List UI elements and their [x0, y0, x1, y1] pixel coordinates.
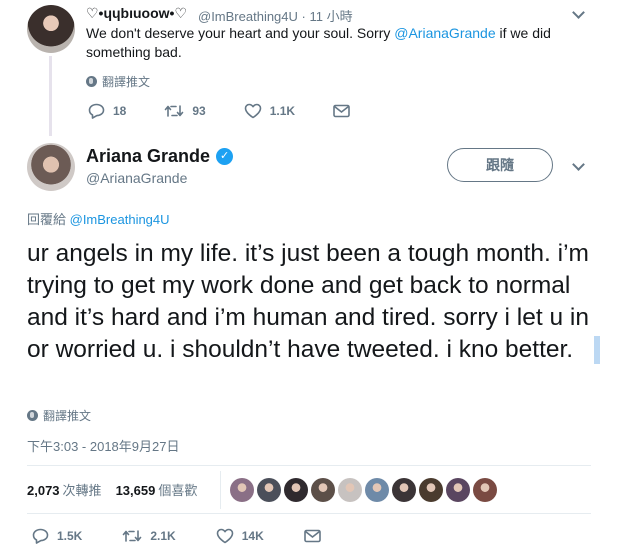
follow-button[interactable]: 跟隨	[447, 148, 553, 182]
parent-avatar[interactable]	[27, 5, 75, 53]
stats-separator	[220, 471, 221, 509]
chevron-down-icon[interactable]	[572, 158, 585, 171]
thread-connector	[49, 56, 52, 136]
retweet-count: 2.1K	[150, 529, 176, 543]
chevron-down-icon[interactable]	[572, 6, 585, 19]
tweet-action-bar: 1.5K 2.1K 14K	[32, 528, 361, 544]
tweet-timestamp[interactable]: 下午3:03 - 2018年9月27日	[27, 436, 179, 455]
parent-handle-time[interactable]: @ImBreathing4U · 11 小時	[198, 6, 353, 25]
like-count: 14K	[241, 529, 264, 543]
liker-avatars	[230, 478, 497, 502]
author-handle[interactable]: @ArianaGrande	[86, 170, 187, 186]
parent-reply-button[interactable]: 18	[88, 103, 126, 119]
globe-icon	[86, 76, 97, 87]
tweet-stats: 2,073 次轉推 13,659 個喜歡	[27, 480, 197, 499]
liker-avatar[interactable]	[230, 478, 254, 502]
parent-like-count: 1.1K	[269, 104, 296, 118]
message-button[interactable]	[303, 529, 321, 543]
heart-icon	[244, 103, 262, 119]
author-display-name: Ariana Grande	[86, 146, 211, 166]
replying-to: 回覆給 @ImBreathing4U	[27, 209, 170, 228]
liker-avatar[interactable]	[338, 478, 362, 502]
divider	[27, 513, 591, 514]
liker-avatar[interactable]	[446, 478, 470, 502]
like-stat[interactable]: 13,659 個喜歡	[116, 480, 198, 499]
tweet-translate-link[interactable]: 翻譯推文	[27, 407, 91, 424]
globe-icon	[27, 410, 38, 421]
verified-badge-icon: ✓	[216, 148, 234, 165]
parent-tweet-text: We don't deserve your heart and your sou…	[86, 24, 566, 62]
liker-avatar[interactable]	[365, 478, 389, 502]
author-name-row[interactable]: Ariana Grande ✓	[86, 146, 234, 167]
text-selection-marker	[594, 336, 600, 364]
retweet-icon	[165, 105, 184, 117]
retweet-stat[interactable]: 2,073 次轉推	[27, 480, 102, 499]
liker-avatar[interactable]	[473, 478, 497, 502]
tweet-translate-label: 翻譯推文	[43, 409, 92, 423]
parent-action-bar: 18 93 1.1K	[88, 103, 388, 119]
tweet-text: ur angels in my life. it’s just been a t…	[27, 240, 589, 363]
liker-avatar[interactable]	[419, 478, 443, 502]
reply-prefix: 回覆給	[27, 212, 70, 227]
retweet-button[interactable]: 2.1K	[122, 529, 176, 543]
parent-reply-count: 18	[113, 104, 127, 118]
author-avatar[interactable]	[27, 143, 75, 191]
heart-icon	[216, 528, 234, 544]
parent-display-name[interactable]: ♡•ɥɥbıuoow•♡	[86, 5, 187, 22]
like-button[interactable]: 14K	[216, 528, 264, 544]
retweet-icon	[123, 530, 142, 542]
parent-retweet-count: 93	[192, 104, 206, 118]
liker-avatar[interactable]	[311, 478, 335, 502]
envelope-icon	[333, 104, 350, 118]
reply-mention-link[interactable]: @ImBreathing4U	[70, 212, 170, 227]
liker-avatar[interactable]	[392, 478, 416, 502]
reply-icon	[88, 103, 105, 119]
divider	[27, 465, 591, 466]
parent-message-button[interactable]	[333, 104, 350, 118]
parent-like-button[interactable]: 1.1K	[244, 103, 295, 119]
envelope-icon	[303, 529, 321, 543]
parent-translate-link[interactable]: 翻譯推文	[86, 73, 150, 90]
reply-button[interactable]: 1.5K	[32, 528, 82, 544]
liker-avatar[interactable]	[284, 478, 308, 502]
parent-translate-label: 翻譯推文	[102, 75, 151, 89]
reply-icon	[32, 528, 49, 544]
parent-text-before: We don't deserve your heart and your sou…	[86, 25, 395, 41]
parent-retweet-button[interactable]: 93	[164, 104, 206, 118]
reply-count: 1.5K	[57, 529, 83, 543]
parent-mention-link[interactable]: @ArianaGrande	[394, 25, 495, 41]
liker-avatar[interactable]	[257, 478, 281, 502]
